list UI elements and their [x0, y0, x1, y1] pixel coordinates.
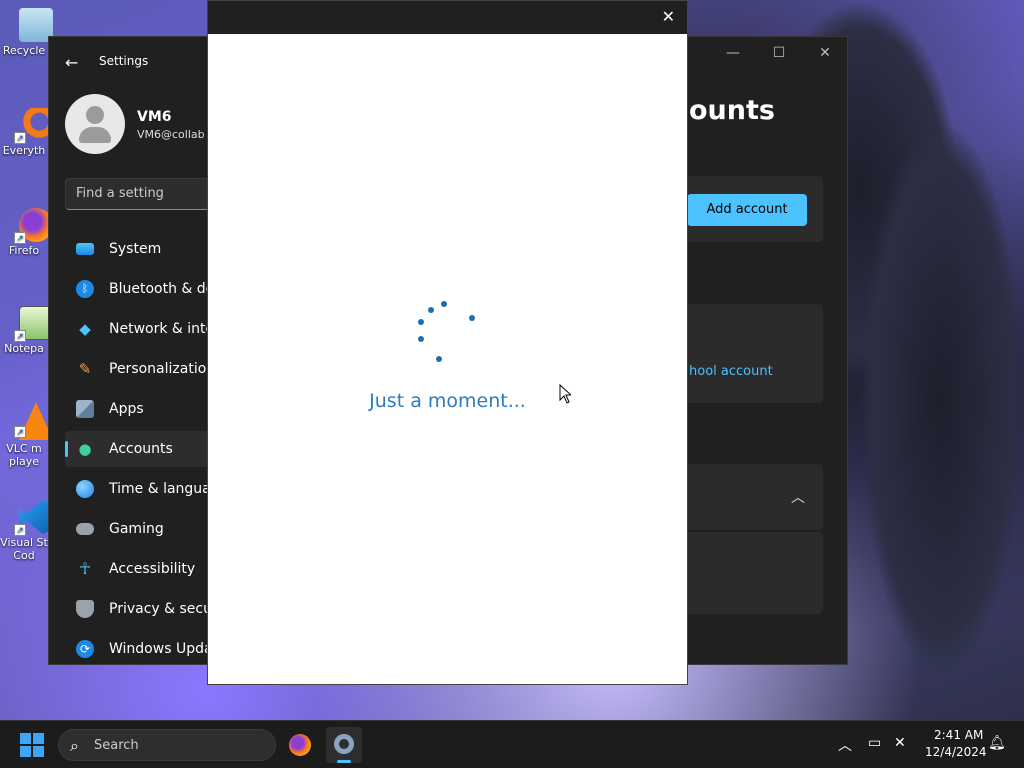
sidebar-item-label: Time & languag	[109, 481, 220, 497]
user-name: VM6	[137, 109, 172, 125]
school-account-link[interactable]: hool account	[689, 364, 773, 379]
firefox-icon	[289, 734, 311, 756]
sidebar-item-label: Windows Updat	[109, 641, 219, 657]
sidebar-item-label: Personalization	[109, 361, 216, 377]
start-button[interactable]	[20, 733, 44, 757]
wallpaper-tree	[860, 120, 1024, 680]
network-status-icon[interactable]: ▭	[868, 735, 881, 751]
network-icon: ◆	[79, 320, 91, 338]
close-icon[interactable]: ✕	[662, 7, 675, 26]
clock-time[interactable]: 2:41 AM	[934, 728, 983, 742]
expander-body	[669, 532, 823, 614]
work-school-card	[669, 304, 823, 403]
active-indicator	[337, 760, 351, 763]
shortcut-arrow-icon: ↗	[14, 330, 26, 342]
shield-icon	[76, 600, 94, 618]
shortcut-arrow-icon: ↗	[14, 426, 26, 438]
clock-date[interactable]: 12/4/2024	[925, 745, 987, 759]
accessibility-icon: ☥	[79, 559, 91, 578]
update-icon: ⟳	[76, 640, 94, 658]
sidebar-item-label: Accounts	[109, 441, 173, 457]
loading-text: Just a moment...	[369, 390, 526, 412]
page-title: ounts	[689, 95, 775, 126]
dialog-title-bar: ✕	[208, 1, 687, 34]
taskbar-settings[interactable]	[326, 727, 362, 763]
gear-icon	[334, 734, 354, 754]
shortcut-arrow-icon: ↗	[14, 524, 26, 536]
avatar[interactable]	[65, 94, 125, 154]
user-email: VM6@collab	[137, 128, 205, 141]
shortcut-arrow-icon: ↗	[14, 132, 26, 144]
minimize-button[interactable]: —	[710, 43, 756, 63]
sidebar-item-label: Accessibility	[109, 561, 196, 577]
maximize-button[interactable]: ☐	[756, 43, 802, 63]
app-title: Settings	[99, 54, 149, 68]
apps-icon	[76, 400, 94, 418]
chevron-up-icon[interactable]: ︿	[838, 735, 852, 755]
sidebar-item-label: Apps	[109, 401, 144, 417]
notification-bell-icon[interactable]: 🔔︎	[988, 735, 1006, 751]
loading-spinner-icon	[408, 291, 488, 371]
volume-muted-icon[interactable]: ✕	[894, 735, 906, 751]
gaming-icon	[76, 523, 94, 535]
sidebar-item-label: Gaming	[109, 521, 164, 537]
back-arrow-icon[interactable]: ←	[65, 53, 78, 72]
taskbar-search[interactable]: ⌕ Search	[58, 729, 276, 761]
mouse-cursor-icon	[559, 384, 571, 404]
bluetooth-icon: ᛒ	[76, 280, 94, 298]
taskbar-search-placeholder: Search	[94, 738, 139, 753]
close-button[interactable]: ✕	[802, 43, 848, 63]
sidebar-item-label: Privacy & securi	[109, 601, 222, 617]
sign-in-dialog: ✕ Just a moment...	[207, 0, 688, 685]
shortcut-arrow-icon: ↗	[14, 232, 26, 244]
sidebar-item-label: System	[109, 241, 162, 257]
taskbar-firefox[interactable]	[282, 727, 318, 763]
add-account-button[interactable]: Add account	[687, 194, 807, 226]
system-icon	[76, 243, 94, 255]
brush-icon: ✎	[78, 360, 92, 378]
search-icon: ⌕	[70, 736, 79, 755]
time-language-icon	[76, 480, 94, 498]
sidebar-item-label: Bluetooth & dev	[109, 281, 223, 297]
chevron-up-icon[interactable]: ︿	[791, 487, 805, 507]
sidebar-item-label: Network & inter	[109, 321, 220, 337]
accounts-icon: ●	[78, 440, 92, 458]
taskbar: ⌕ Search ︿ ▭ ✕ 🔔︎	[0, 720, 1024, 768]
